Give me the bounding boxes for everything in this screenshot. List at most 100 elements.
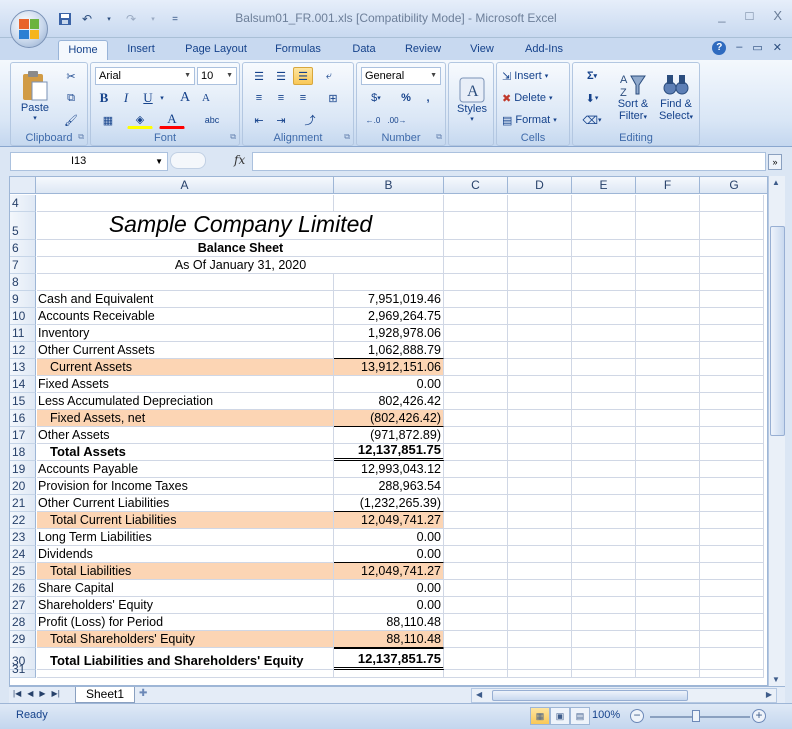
cell-d[interactable]: [508, 444, 572, 461]
cell-e[interactable]: [572, 614, 636, 631]
row-header[interactable]: 5: [10, 212, 36, 240]
cell-c[interactable]: [444, 580, 508, 597]
cell-d[interactable]: [508, 614, 572, 631]
cell-c[interactable]: [444, 359, 508, 376]
fill-button[interactable]: ⬇ ▾: [577, 89, 607, 107]
cell-b[interactable]: 1,928,978.06: [334, 325, 444, 342]
column-header-f[interactable]: F: [636, 177, 700, 194]
cell-c[interactable]: [444, 614, 508, 631]
font-launcher-icon[interactable]: ⧉: [230, 132, 236, 142]
column-header-a[interactable]: A: [36, 177, 334, 194]
cell-d[interactable]: [508, 563, 572, 580]
cell-g[interactable]: [700, 648, 764, 670]
underline-dropdown-icon[interactable]: ▾: [157, 89, 167, 107]
cell-e[interactable]: [572, 359, 636, 376]
cell-g[interactable]: [700, 461, 764, 478]
cell-e[interactable]: [572, 670, 636, 678]
number-launcher-icon[interactable]: ⧉: [436, 132, 442, 142]
cell-g[interactable]: [700, 410, 764, 427]
row-header[interactable]: 25: [10, 563, 36, 580]
select-all-corner[interactable]: [10, 177, 36, 194]
cell-e[interactable]: [572, 325, 636, 342]
cell-d[interactable]: [508, 410, 572, 427]
cell-b[interactable]: 0.00: [334, 597, 444, 614]
cell-c[interactable]: [444, 444, 508, 461]
cell-g[interactable]: [700, 580, 764, 597]
scroll-left-icon[interactable]: ◀: [476, 690, 482, 699]
styles-button[interactable]: A Styles ▾: [453, 67, 491, 133]
cell-a[interactable]: [37, 195, 334, 212]
cut-icon[interactable]: ✂: [61, 67, 81, 85]
maximize-button[interactable]: □: [745, 8, 753, 23]
cell-b[interactable]: 288,963.54: [334, 478, 444, 495]
cell-g[interactable]: [700, 546, 764, 563]
cell-f[interactable]: [636, 631, 700, 648]
row-header[interactable]: 18: [10, 444, 36, 461]
autosum-button[interactable]: Σ ▾: [577, 67, 607, 85]
cell-a[interactable]: Inventory: [37, 325, 334, 342]
cell-a[interactable]: Total Assets: [37, 444, 334, 461]
cell-a[interactable]: Fixed Assets: [37, 376, 334, 393]
cell-d[interactable]: [508, 495, 572, 512]
row-header[interactable]: 6: [10, 240, 36, 257]
expand-formula-bar-button[interactable]: »: [768, 154, 782, 170]
align-left-icon[interactable]: ≡: [249, 89, 269, 107]
scroll-up-icon[interactable]: ▲: [772, 178, 780, 187]
zoom-slider-thumb[interactable]: [692, 710, 700, 722]
cell-d[interactable]: [508, 478, 572, 495]
worksheet-grid[interactable]: A B C D E F G 4 5 Sample Company Limited 6 B…: [9, 176, 768, 686]
vertical-scroll-thumb[interactable]: [770, 226, 785, 436]
cell-g[interactable]: [700, 376, 764, 393]
cell-f[interactable]: [636, 427, 700, 444]
cell-d[interactable]: [508, 257, 572, 274]
cell-e[interactable]: [572, 444, 636, 461]
bold-button[interactable]: B: [95, 89, 113, 107]
column-header-d[interactable]: D: [508, 177, 572, 194]
cell-e[interactable]: [572, 274, 636, 291]
cell-f[interactable]: [636, 308, 700, 325]
percent-button[interactable]: %: [397, 89, 415, 107]
phonetic-button[interactable]: abc: [199, 111, 225, 129]
cell-b[interactable]: 13,912,151.06: [334, 359, 444, 376]
next-sheet-icon[interactable]: ▶: [39, 689, 45, 698]
cell-d[interactable]: [508, 342, 572, 359]
cell-b[interactable]: 88,110.48: [334, 614, 444, 631]
cell-a[interactable]: [37, 274, 334, 291]
row-header[interactable]: 20: [10, 478, 36, 495]
cell-c[interactable]: [444, 240, 508, 257]
cell-a[interactable]: Accounts Receivable: [37, 308, 334, 325]
cell-c[interactable]: [444, 393, 508, 410]
grow-font-button[interactable]: A: [175, 89, 195, 107]
cell-f[interactable]: [636, 257, 700, 274]
cell-b[interactable]: 802,426.42: [334, 393, 444, 410]
cell-f[interactable]: [636, 478, 700, 495]
cell-a[interactable]: Long Term Liabilities: [37, 529, 334, 546]
cell-c[interactable]: [444, 648, 508, 670]
zoom-in-button[interactable]: +: [752, 709, 766, 723]
cell-d[interactable]: [508, 212, 572, 240]
cell-a[interactable]: Less Accumulated Depreciation: [37, 393, 334, 410]
cell-e[interactable]: [572, 393, 636, 410]
currency-button[interactable]: $ ▾: [361, 89, 391, 107]
cell-g[interactable]: [700, 291, 764, 308]
decrease-indent-icon[interactable]: ⇤: [249, 111, 269, 129]
underline-button[interactable]: U: [139, 89, 157, 107]
cell-b[interactable]: [334, 195, 444, 212]
cell-g[interactable]: [700, 195, 764, 212]
cell-e[interactable]: [572, 461, 636, 478]
tab-formulas[interactable]: Formulas: [268, 40, 328, 60]
alignment-launcher-icon[interactable]: ⧉: [344, 132, 350, 142]
cell-e[interactable]: [572, 410, 636, 427]
cell-b[interactable]: 0.00: [334, 376, 444, 393]
row-header[interactable]: 23: [10, 529, 36, 546]
row-header[interactable]: 27: [10, 597, 36, 614]
cell-b[interactable]: 7,951,019.46: [334, 291, 444, 308]
cell-g[interactable]: [700, 563, 764, 580]
cell-e[interactable]: [572, 563, 636, 580]
row-header[interactable]: 10: [10, 308, 36, 325]
delete-cells-button[interactable]: ✖ Delete ▾: [501, 89, 567, 107]
cell-f[interactable]: [636, 461, 700, 478]
cell-b[interactable]: 12,049,741.27: [334, 512, 444, 529]
insert-cells-button[interactable]: ⇲ Insert ▾: [501, 67, 567, 85]
cell-a[interactable]: Total Shareholders' Equity: [37, 631, 334, 648]
